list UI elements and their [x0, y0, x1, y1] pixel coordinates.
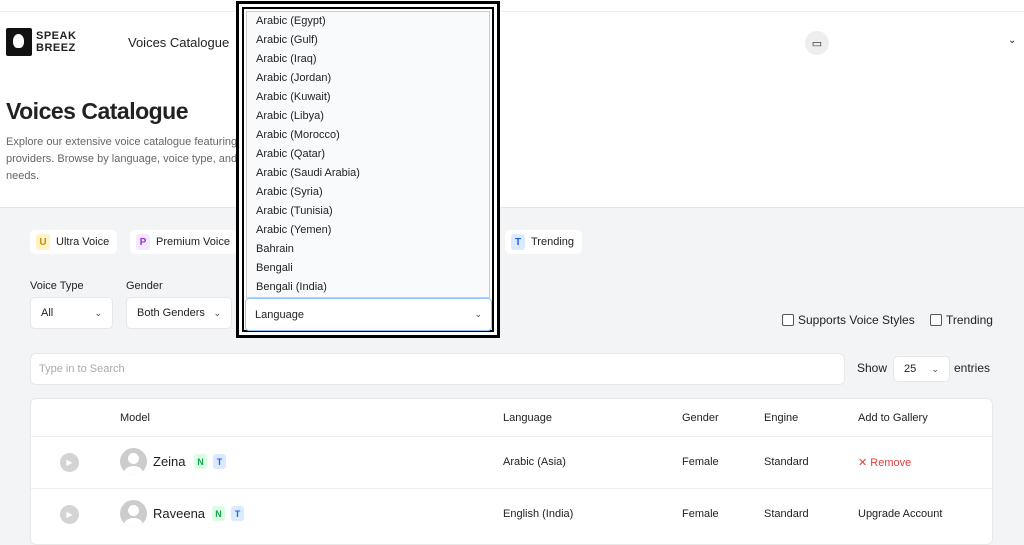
language-option[interactable]: Arabic (Iraq) [247, 50, 489, 69]
chevron-down-icon: ⌄ [931, 363, 939, 374]
play-icon[interactable]: ▶ [60, 453, 79, 472]
language-option[interactable]: Arabic (Gulf) [247, 31, 489, 50]
chip-badge: U [36, 234, 50, 250]
language-options-list[interactable]: Arabic (Egypt) Arabic (Gulf) Arabic (Iraq)… [246, 11, 490, 298]
remove-button[interactable]: ✕ Remove [858, 456, 911, 469]
language-option[interactable]: Arabic (Yemen) [247, 221, 489, 240]
chip-label: Premium Voice [156, 236, 230, 248]
table-row: ▶ Raveena N T English (India) Female Sta… [31, 488, 992, 540]
logo[interactable]: SPEAK BREEZ [6, 28, 76, 56]
chip-badge: T [511, 234, 525, 250]
language-option[interactable]: Bahrain [247, 240, 489, 259]
cell-engine: Standard [764, 456, 809, 468]
gender-select[interactable]: Both Genders ⌄ [126, 297, 232, 329]
voices-table: Model Language Gender Engine Add to Gall… [30, 398, 993, 545]
nav-voices-catalogue[interactable]: Voices Catalogue [128, 35, 229, 50]
language-option[interactable]: Arabic (Libya) [247, 107, 489, 126]
avatar [120, 448, 147, 475]
checkbox-label: Trending [946, 313, 993, 327]
cell-gender: Female [682, 508, 719, 520]
checkbox-label: Supports Voice Styles [798, 313, 915, 327]
chip-ultra-voice[interactable]: U Ultra Voice [30, 230, 118, 254]
language-option[interactable]: Arabic (Morocco) [247, 126, 489, 145]
language-option[interactable]: Arabic (Qatar) [247, 145, 489, 164]
tag-t: T [231, 506, 244, 521]
logo-text: SPEAK [36, 30, 77, 42]
entries-value: 25 [904, 363, 917, 375]
cell-language: Arabic (Asia) [503, 456, 566, 468]
voice-name: Zeina [153, 454, 186, 469]
language-option[interactable]: Bengali (India) [247, 278, 489, 297]
chip-premium-voice[interactable]: P Premium Voice [130, 230, 238, 254]
chevron-down-icon: ⌄ [474, 309, 482, 319]
language-option[interactable]: Arabic (Jordan) [247, 69, 489, 88]
language-select[interactable]: Language ⌄ [245, 298, 492, 331]
logo-text: BREEZ [36, 42, 76, 54]
gender-label: Gender [126, 280, 163, 292]
language-option[interactable]: Bengali [247, 259, 489, 278]
chevron-down-icon: ⌄ [213, 307, 221, 318]
tag-n: N [212, 506, 225, 521]
chip-label: Trending [531, 236, 575, 248]
language-option[interactable]: Arabic (Tunisia) [247, 202, 489, 221]
chip-label: Ultra Voice [56, 236, 110, 248]
page-description: Explore our extensive voice catalogue fe… [6, 136, 246, 182]
language-value: Language [255, 308, 304, 321]
show-label: Show [857, 361, 888, 375]
header-engine[interactable]: Engine [764, 412, 798, 424]
chip-trending[interactable]: T Trending [505, 230, 583, 254]
entries-select[interactable]: 25 ⌄ [893, 356, 950, 382]
play-icon[interactable]: ▶ [60, 505, 79, 524]
checkbox-box[interactable] [930, 314, 942, 326]
search-input[interactable]: Type in to Search [30, 353, 845, 385]
cell-gender: Female [682, 456, 719, 468]
cell-language: English (India) [503, 508, 574, 520]
chevron-down-icon[interactable]: ⌄ [1008, 35, 1016, 46]
chip-badge: P [136, 234, 150, 250]
language-option[interactable]: Arabic (Egypt) [247, 12, 489, 31]
page-title: Voices Catalogue [6, 98, 189, 124]
header-language[interactable]: Language [503, 412, 552, 424]
language-option[interactable]: Arabic (Syria) [247, 183, 489, 202]
chevron-down-icon: ⌄ [94, 307, 102, 318]
entries-label: entries [954, 361, 991, 375]
header-divider [0, 11, 1024, 12]
upgrade-account-link[interactable]: Upgrade Account [858, 508, 942, 520]
language-option[interactable]: Arabic (Kuwait) [247, 88, 489, 107]
cell-engine: Standard [764, 508, 809, 520]
tag-n: N [194, 454, 207, 469]
header-gender[interactable]: Gender [682, 412, 719, 424]
table-row: ▶ Zeina N T Arabic (Asia) Female Standar… [31, 436, 992, 488]
language-option[interactable]: Arabic (Saudi Arabia) [247, 164, 489, 183]
voice-type-label: Voice Type [30, 280, 84, 292]
language-dropdown-highlight: Arabic (Egypt) Arabic (Gulf) Arabic (Iraq)… [236, 1, 500, 338]
checkbox-box[interactable] [782, 314, 794, 326]
header-gallery[interactable]: Add to Gallery [858, 412, 928, 424]
voice-type-select[interactable]: All ⌄ [30, 297, 113, 329]
header-model[interactable]: Model [120, 412, 150, 424]
voice-name: Raveena [153, 506, 206, 521]
tag-t: T [213, 454, 226, 469]
avatar [120, 500, 147, 527]
inbox-icon[interactable]: ▭ [805, 31, 829, 55]
trending-checkbox[interactable]: Trending [930, 313, 993, 327]
voice-type-value: All [41, 307, 54, 319]
supports-voice-styles-checkbox[interactable]: Supports Voice Styles [782, 313, 915, 327]
gender-value: Both Genders [137, 307, 205, 319]
logo-mark [6, 28, 32, 56]
